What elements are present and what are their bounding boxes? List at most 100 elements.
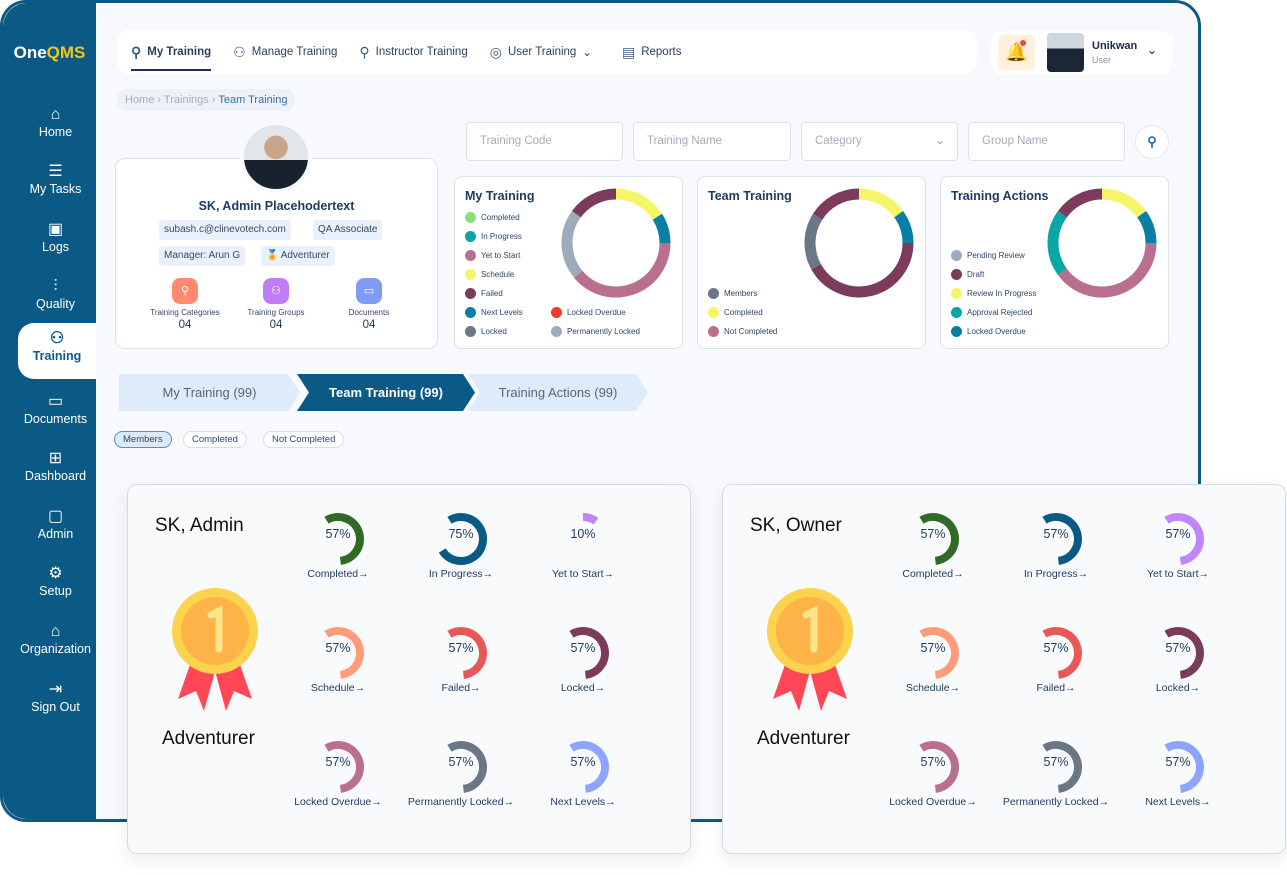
- legend-completed: Completed: [708, 307, 763, 318]
- member-card: SK, Owner Adventurer 57% Completed→ 57% …: [722, 484, 1286, 854]
- gauge-in-progress[interactable]: 75% In Progress→: [406, 511, 516, 579]
- legend-approval-rejected: Approval Rejected: [951, 307, 1032, 318]
- group-name-input[interactable]: Group Name: [968, 122, 1125, 161]
- tab-training-actions[interactable]: Training Actions (99): [468, 374, 648, 411]
- sidebar-item-home[interactable]: ⌂ Home: [15, 99, 96, 155]
- arrow-right-icon: →: [503, 796, 515, 808]
- training-code-input[interactable]: Training Code: [466, 122, 623, 161]
- grid-icon: ⊞: [48, 450, 63, 467]
- arrow-right-icon: →: [1065, 682, 1076, 694]
- sidebar-item-label: Sign Out: [31, 700, 80, 714]
- user-role: User: [1092, 55, 1112, 65]
- tab-my-training[interactable]: My Training (99): [119, 374, 300, 411]
- sidebar-item-training[interactable]: ⚇ Training: [18, 323, 96, 379]
- gauge-percent: 57%: [1043, 755, 1069, 769]
- sidebar-item-organization[interactable]: ⌂ Organization: [15, 616, 96, 672]
- training-name-input[interactable]: Training Name: [633, 122, 791, 161]
- sidebar-item-logs[interactable]: ▣ Logs: [15, 214, 96, 270]
- sidebar-item-my-tasks[interactable]: ☰ My Tasks: [15, 156, 96, 212]
- legend-swatch: [708, 326, 719, 337]
- gauge-locked[interactable]: 57% Locked→: [1123, 625, 1233, 693]
- chevron-down-icon: ⌄: [582, 47, 592, 59]
- gauge-percent: 57%: [920, 641, 946, 655]
- nav-instructor-training[interactable]: ⚲ Instructor Training: [359, 29, 467, 75]
- user-up-icon: ⚲: [131, 43, 142, 60]
- gauge-completed[interactable]: 57% Completed→: [878, 511, 988, 579]
- sidebar-item-documents[interactable]: ▭ Documents: [15, 386, 96, 442]
- arrow-right-icon: →: [1198, 568, 1210, 580]
- gauge-yet-to-start[interactable]: 57% Yet to Start→: [1123, 511, 1233, 579]
- user-menu[interactable]: 🔔 Unikwan User ⌄: [991, 31, 1172, 75]
- gauge-percent: 57%: [1043, 641, 1069, 655]
- chip-completed[interactable]: Completed: [183, 431, 247, 448]
- chart-card-team-training: Team Training Members Completed Not Complet…: [697, 176, 926, 349]
- arrow-right-icon: →: [1098, 796, 1110, 808]
- legend-swatch: [951, 250, 962, 261]
- users-icon: ⚇: [263, 278, 289, 304]
- arrow-right-icon: →: [603, 568, 615, 580]
- gauge-locked-overdue[interactable]: 57% Locked Overdue→: [878, 739, 988, 807]
- donut-segment: [1047, 210, 1067, 276]
- gauge-permanently-locked[interactable]: 57% Permanently Locked→: [406, 739, 516, 807]
- gauge-yet-to-start[interactable]: 10% Yet to Start→: [528, 511, 638, 579]
- sidebar-item-label: Home: [38, 125, 73, 139]
- gauge-permanently-locked[interactable]: 57% Permanently Locked→: [1001, 739, 1111, 807]
- arrow-right-icon: →: [371, 796, 382, 808]
- breadcrumb-trainings[interactable]: Trainings: [164, 94, 209, 106]
- search-button[interactable]: ⚲: [1135, 125, 1169, 159]
- breadcrumb-home[interactable]: Home: [125, 94, 154, 106]
- sidebar-item-label: Admin: [37, 527, 74, 541]
- chart-title: My Training: [465, 189, 535, 203]
- gauge-schedule[interactable]: 57% Schedule→: [878, 625, 988, 693]
- chip-not-completed[interactable]: Not Completed: [263, 431, 345, 448]
- sidebar-item-sign-out[interactable]: ⇥ Sign Out: [15, 674, 96, 730]
- gauge-locked-overdue[interactable]: 57% Locked Overdue→: [283, 739, 393, 807]
- breadcrumb: Home › Trainings › Team Training: [117, 89, 296, 111]
- sidebar-item-setup[interactable]: ⚙ Setup: [15, 558, 96, 614]
- sidebar-item-label: Quality: [36, 297, 75, 311]
- gauge-percent: 57%: [570, 755, 596, 769]
- gauge-schedule[interactable]: 57% Schedule→: [283, 625, 393, 693]
- tab-team-training[interactable]: Team Training (99): [297, 374, 475, 411]
- gauge-next-levels[interactable]: 57% Next Levels→: [528, 739, 638, 807]
- sidebar-item-dashboard[interactable]: ⊞ Dashboard: [15, 443, 96, 499]
- gauge-label: Next Levels: [550, 796, 606, 808]
- gauge-in-progress[interactable]: 57% In Progress→: [1001, 511, 1111, 579]
- nav-user-training[interactable]: ◎ User Training ⌄: [490, 29, 592, 75]
- gauge-failed[interactable]: 57% Failed→: [1001, 625, 1111, 693]
- gauge-percent: 57%: [448, 641, 474, 655]
- gauge-percent: 57%: [325, 755, 351, 769]
- chevron-down-icon[interactable]: ⌄: [1147, 43, 1157, 57]
- gauge-locked[interactable]: 57% Locked→: [528, 625, 638, 693]
- sidebar-item-label: Setup: [39, 584, 72, 598]
- arrow-right-icon: →: [594, 682, 606, 694]
- profile-email: subash.c@clinevotech.com: [159, 220, 291, 240]
- gauge-failed[interactable]: 57% Failed→: [406, 625, 516, 693]
- notification-dot: [1020, 40, 1026, 46]
- chip-members[interactable]: Members: [114, 431, 172, 448]
- legend-swatch: [551, 326, 562, 337]
- gauge-completed[interactable]: 57% Completed→: [283, 511, 393, 579]
- gauge-percent: 57%: [920, 755, 946, 769]
- nav-manage-training[interactable]: ⚇ Manage Training: [233, 29, 337, 75]
- gauge-label: Failed: [1036, 682, 1066, 694]
- nav-my-training[interactable]: ⚲ My Training: [131, 29, 212, 75]
- legend-members: Members: [708, 288, 757, 299]
- gauge-label: Permanently Locked: [407, 796, 504, 808]
- gauge-next-levels[interactable]: 57% Next Levels→: [1123, 739, 1233, 807]
- arrow-right-icon: →: [1077, 568, 1089, 580]
- stat-training-categories[interactable]: ⚲ Training Categories 04: [135, 278, 235, 331]
- legend-swatch: [465, 231, 476, 242]
- notification-bell-icon[interactable]: 🔔: [998, 35, 1035, 70]
- gauge-label: Next Levels: [1145, 796, 1201, 808]
- nav-reports[interactable]: ▤ Reports: [622, 29, 682, 75]
- gauge-percent: 57%: [325, 641, 351, 655]
- sidebar-item-quality[interactable]: ⫶ Quality: [15, 271, 96, 327]
- sidebar-item-admin[interactable]: ▢ Admin: [15, 501, 96, 557]
- category-select[interactable]: Category ⌄: [801, 122, 958, 161]
- sidebar-item-label: Dashboard: [24, 469, 87, 483]
- member-rank: Adventurer: [162, 728, 255, 749]
- stat-training-groups[interactable]: ⚇ Training Groups 04: [226, 278, 326, 331]
- stat-documents[interactable]: ▭ Documents 04: [319, 278, 419, 331]
- legend-permanently-locked: Permanently Locked: [551, 326, 640, 337]
